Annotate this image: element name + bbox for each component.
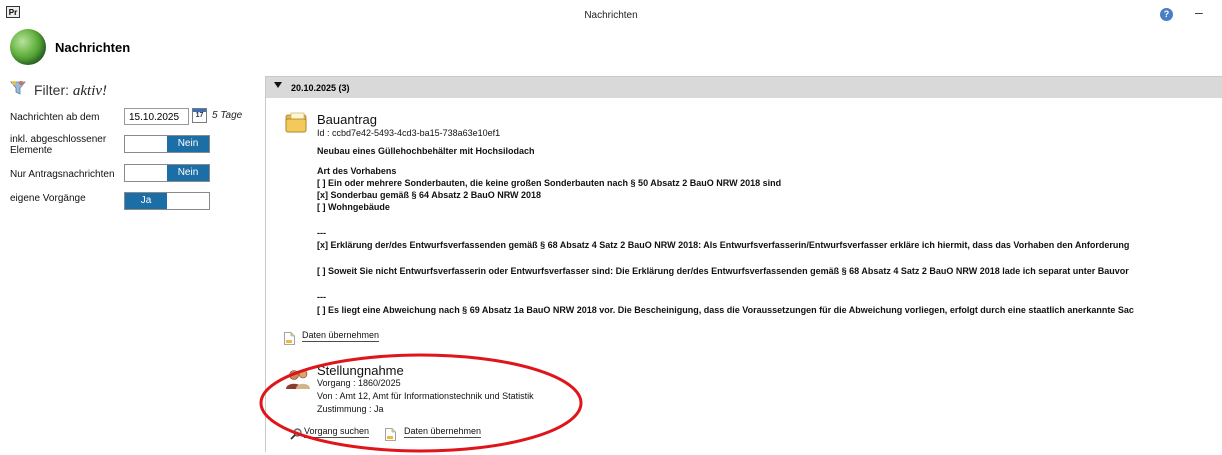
page-title: Nachrichten bbox=[55, 40, 131, 55]
closed-toggle[interactable]: Nein bbox=[124, 135, 210, 153]
message-id: Id : ccbd7e42-5493-4cd3-ba15-738a63e10ef… bbox=[317, 128, 501, 138]
message-title: Bauantrag bbox=[317, 112, 377, 127]
own-toggle[interactable]: Ja bbox=[124, 192, 210, 210]
apponly-toggle-value: Nein bbox=[167, 165, 209, 181]
message-line: --- bbox=[317, 228, 326, 238]
own-toggle-value: Ja bbox=[125, 193, 167, 209]
message-line: Von : Amt 12, Amt für Informationstechni… bbox=[317, 391, 534, 401]
date-input[interactable]: 15.10.2025 bbox=[124, 108, 189, 125]
filter-state: aktiv! bbox=[72, 83, 108, 99]
message-line: [ ] Wohngebäude bbox=[317, 202, 390, 212]
date-label: Nachrichten ab dem bbox=[10, 112, 100, 123]
window-title: Nachrichten bbox=[584, 10, 638, 21]
help-icon[interactable]: ? bbox=[1160, 8, 1173, 21]
message-title: Stellungnahme bbox=[317, 363, 404, 378]
apponly-label: Nur Antragsnachrichten bbox=[10, 169, 115, 180]
calendar-icon[interactable]: 17 bbox=[192, 108, 207, 123]
message-line: Zustimmung : Ja bbox=[317, 404, 384, 414]
search-case-link[interactable]: Vorgang suchen bbox=[304, 426, 370, 438]
message-line: Neubau eines Güllehochbehälter mit Hochs… bbox=[317, 146, 535, 156]
days-count: 5 Tage bbox=[212, 110, 243, 121]
message-line: [ ] Es liegt eine Abweichung nach § 69 A… bbox=[317, 305, 1134, 315]
group-date: 20.10.2025 (3) bbox=[291, 83, 350, 93]
message-line: [ ] Ein oder mehrere Sonderbauten, die k… bbox=[317, 178, 782, 188]
globe-icon bbox=[10, 29, 46, 65]
folder-icon bbox=[285, 112, 307, 133]
collapse-arrow-icon[interactable] bbox=[274, 82, 282, 88]
filter-label-text: Filter: bbox=[34, 82, 69, 98]
group-header[interactable]: 20.10.2025 (3) bbox=[266, 77, 1222, 98]
own-label: eigene Vorgänge bbox=[10, 193, 86, 204]
take-data-link[interactable]: Daten übernehmen bbox=[302, 330, 380, 342]
message-line: [x] Sonderbau gemäß § 64 Absatz 2 BauO N… bbox=[317, 190, 542, 200]
filter-status: Filter: aktiv! bbox=[34, 82, 107, 100]
document-icon bbox=[284, 332, 295, 345]
closed-toggle-value: Nein bbox=[167, 136, 209, 152]
message-line: [x] Erklärung der/des Entwurfsverfassend… bbox=[317, 240, 1130, 250]
message-line: [ ] Soweit Sie nicht Entwurfsverfasserin… bbox=[317, 266, 1129, 276]
minimize-button[interactable]: – bbox=[1195, 4, 1203, 20]
apponly-toggle[interactable]: Nein bbox=[124, 164, 210, 182]
closed-label: inkl. abgeschlossener Elemente bbox=[10, 134, 106, 156]
message-line: Vorgang : 1860/2025 bbox=[317, 378, 401, 388]
take-data-link[interactable]: Daten übernehmen bbox=[404, 426, 482, 438]
closed-label-line2: Elemente bbox=[10, 145, 53, 156]
closed-label-line1: inkl. abgeschlossener bbox=[10, 134, 107, 145]
search-icon[interactable] bbox=[290, 428, 302, 440]
title-bar: Pr Nachrichten ? – bbox=[0, 0, 1222, 32]
filter-icon bbox=[10, 81, 26, 95]
message-line: --- bbox=[317, 292, 326, 302]
people-icon bbox=[286, 369, 310, 389]
document-icon bbox=[385, 428, 396, 441]
message-line: Art des Vorhabens bbox=[317, 166, 397, 176]
